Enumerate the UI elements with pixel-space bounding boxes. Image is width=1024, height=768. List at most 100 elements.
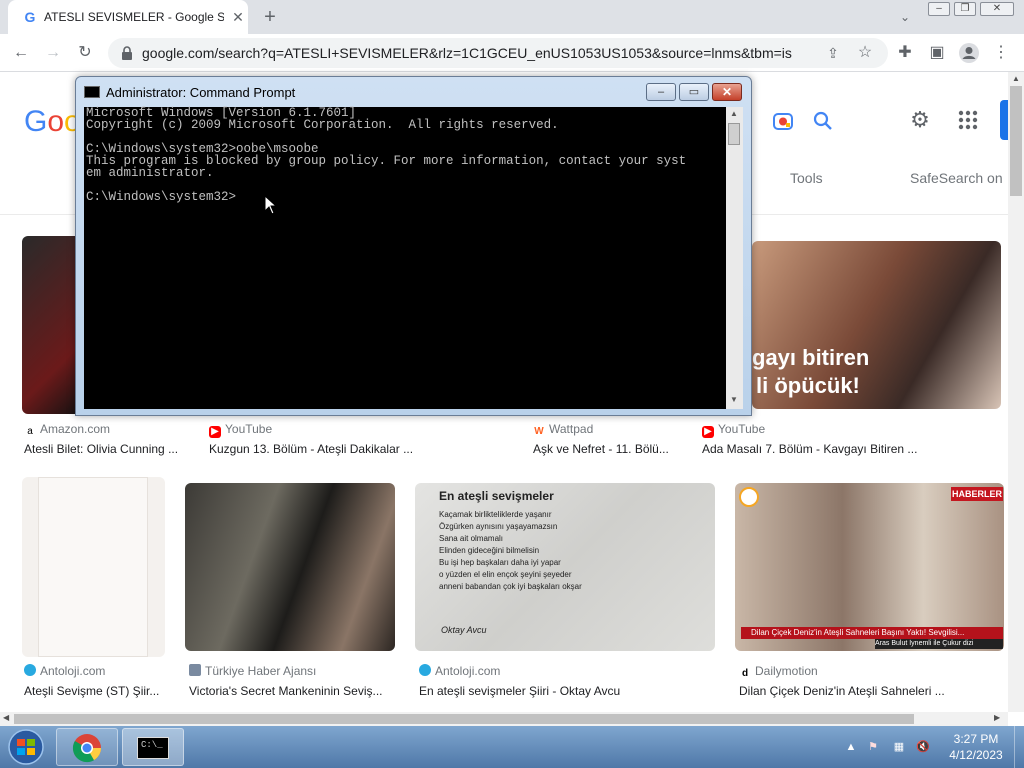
network-icon[interactable]: ▦	[892, 740, 906, 754]
address-bar[interactable]: google.com/search?q=ATESLI+SEVISMELER&rl…	[108, 38, 888, 68]
new-tab-button[interactable]: +	[258, 6, 282, 28]
lock-icon[interactable]	[120, 45, 134, 61]
cmd-close-button[interactable]: ✕	[712, 83, 742, 101]
start-button-windows-logo-icon[interactable]	[2, 728, 50, 766]
chrome-menu-kebab-icon[interactable]: ⋮	[990, 42, 1012, 64]
command-prompt-window[interactable]: Administrator: Command Prompt – ▭ ✕ Micr…	[75, 76, 752, 416]
restore-window-button[interactable]: ❐	[954, 2, 976, 16]
console-scrollbar[interactable]: ▲ ▼	[726, 107, 743, 409]
console-scroll-thumb[interactable]	[728, 123, 740, 145]
poem-author: Oktay Avcu	[441, 625, 487, 635]
bookmark-star-icon[interactable]: ☆	[854, 42, 876, 64]
browser-toolbar: ← → ↻ google.com/search?q=ATESLI+SEVISME…	[0, 34, 1024, 72]
haberler-badge: HABERLER	[951, 487, 1003, 501]
result-caption[interactable]: Ateşli Sevişme (ST) Şiir...	[24, 683, 164, 699]
poem-line: Elinden gideceğini bilmelisin	[439, 546, 540, 555]
poem-line: o yüzden el elin ençok şeyini şeyeder	[439, 570, 572, 579]
scroll-left-arrow-icon[interactable]: ◀	[3, 713, 9, 722]
horizontal-scrollbar[interactable]: ◀ ▶	[0, 712, 1008, 726]
dailymotion-icon: d	[741, 668, 749, 679]
vertical-scroll-thumb[interactable]	[1010, 86, 1022, 196]
result-source[interactable]: a Amazon.com	[24, 421, 110, 438]
youtube-icon: ▶	[702, 426, 714, 438]
result-caption[interactable]: Aşk ve Nefret - 11. Bölü...	[533, 441, 678, 457]
result-source[interactable]: Antoloji.com	[419, 663, 500, 679]
reload-icon[interactable]: ↻	[74, 42, 96, 64]
cmd-minimize-button[interactable]: –	[646, 83, 676, 101]
news-icon	[189, 664, 201, 676]
result-source[interactable]: d Dailymotion	[739, 663, 818, 680]
extensions-puzzle-icon[interactable]: ✚	[894, 42, 916, 64]
close-window-button[interactable]: ✕	[980, 2, 1014, 16]
side-panel-icon[interactable]: ▣	[926, 42, 948, 64]
browser-tab[interactable]: G ATESLI SEVISMELER - Google Search ✕	[8, 0, 248, 34]
scroll-down-arrow-icon[interactable]: ▼	[730, 395, 738, 404]
scroll-up-arrow-icon[interactable]: ▲	[730, 109, 738, 118]
result-source[interactable]: ▶ YouTube	[702, 421, 765, 438]
source-name: Antoloji.com	[435, 664, 501, 678]
taskbar-chrome-button[interactable]	[56, 728, 118, 766]
result-caption[interactable]: Ada Masalı 7. Bölüm - Kavgayı Bitiren ..…	[702, 441, 932, 457]
result-caption[interactable]: Victoria's Secret Mankeninin Seviş...	[189, 683, 389, 699]
profile-avatar-icon[interactable]	[958, 42, 980, 64]
safesearch-toggle[interactable]: SafeSearch on	[910, 170, 1003, 186]
result-image-1[interactable]	[22, 236, 82, 414]
console-output[interactable]: Microsoft Windows [Version 6.1.7601] Cop…	[84, 107, 726, 409]
clock-time[interactable]: 3:27 PM	[946, 732, 1006, 746]
url-text[interactable]: google.com/search?q=ATESLI+SEVISMELER&rl…	[142, 45, 792, 61]
thumb-overlay-text: gayı bitiren	[752, 345, 870, 370]
cmd-window-title: Administrator: Command Prompt	[106, 85, 296, 100]
google-lens-camera-icon[interactable]	[772, 110, 794, 132]
vertical-scrollbar[interactable]: ▲	[1008, 72, 1024, 712]
cmd-app-icon	[84, 86, 100, 98]
result-image-4[interactable]: gayı bitiren li öpücük!	[752, 241, 1001, 409]
back-arrow-icon[interactable]: ←	[10, 42, 32, 64]
poem-line: Bu işi hep başkaları daha iyi yapar	[439, 558, 561, 567]
cmd-icon: C:\_	[137, 737, 169, 759]
poem-title: En ateşli sevişmeler	[439, 489, 554, 503]
show-hidden-icons-arrow-icon[interactable]: ▲	[844, 740, 858, 754]
result-image-8[interactable]: HABERLER Dilan Çiçek Deniz'in Ateşli Sah…	[735, 483, 1004, 651]
share-icon[interactable]: ⇪	[822, 42, 844, 64]
result-source[interactable]: W Wattpad	[533, 421, 593, 438]
result-image-5[interactable]	[22, 477, 165, 657]
action-center-flag-icon[interactable]: ⚑	[866, 740, 880, 754]
poem-body: Kaçamak birlikteliklerde yaşanır Özgürke…	[439, 509, 582, 593]
sign-in-button[interactable]	[1000, 100, 1008, 140]
tab-title: ATESLI SEVISMELER - Google Search	[44, 10, 224, 24]
horizontal-scroll-thumb[interactable]	[14, 714, 914, 724]
minimize-window-button[interactable]: –	[928, 2, 950, 16]
settings-gear-icon[interactable]: ⚙	[908, 108, 932, 132]
result-source[interactable]: Türkiye Haber Ajansı	[189, 663, 316, 679]
close-tab-icon[interactable]: ✕	[230, 9, 246, 25]
antoloji-icon	[24, 664, 36, 676]
amazon-icon: a	[27, 426, 33, 437]
source-name: Türkiye Haber Ajansı	[205, 664, 317, 678]
taskbar-cmd-button[interactable]: C:\_	[122, 728, 184, 766]
antoloji-icon	[419, 664, 431, 676]
google-apps-grid-icon[interactable]	[956, 108, 980, 132]
search-icon[interactable]	[812, 110, 834, 132]
poem-line: Kaçamak birlikteliklerde yaşanır	[439, 510, 552, 519]
poem-line: anneni babandan çok iyi başkaları okşar	[439, 582, 582, 591]
scroll-up-arrow-icon[interactable]: ▲	[1012, 74, 1020, 83]
result-caption[interactable]: Dilan Çiçek Deniz'in Ateşli Sahneleri ..…	[739, 683, 969, 699]
scroll-right-arrow-icon[interactable]: ▶	[994, 713, 1000, 722]
tools-button[interactable]: Tools	[790, 170, 823, 186]
thumb-overlay-text: li öpücük!	[756, 373, 860, 398]
result-image-7[interactable]: En ateşli sevişmeler Kaçamak birliktelik…	[415, 483, 715, 651]
result-source[interactable]: ▶ YouTube	[209, 421, 272, 438]
show-desktop-button[interactable]	[1014, 726, 1024, 768]
result-caption[interactable]: Atesli Bilet: Olivia Cunning ...	[24, 441, 184, 457]
volume-muted-icon[interactable]: 🔇	[916, 740, 930, 754]
console-text: Microsoft Windows [Version 6.1.7601] Cop…	[86, 107, 686, 204]
result-image-6[interactable]	[185, 483, 395, 651]
clock-date[interactable]: 4/12/2023	[946, 748, 1006, 762]
cmd-maximize-button[interactable]: ▭	[679, 83, 709, 101]
console-line: C:\Windows\system32>	[86, 190, 237, 204]
result-source[interactable]: Antoloji.com	[24, 663, 105, 679]
result-caption[interactable]: En ateşli sevişmeler Şiiri - Oktay Avcu	[419, 683, 659, 699]
tab-search-chevron-icon[interactable]: ⌄	[896, 8, 914, 26]
result-caption[interactable]: Kuzgun 13. Bölüm - Ateşli Dakikalar ...	[209, 441, 424, 457]
forward-arrow-icon[interactable]: →	[42, 42, 64, 64]
